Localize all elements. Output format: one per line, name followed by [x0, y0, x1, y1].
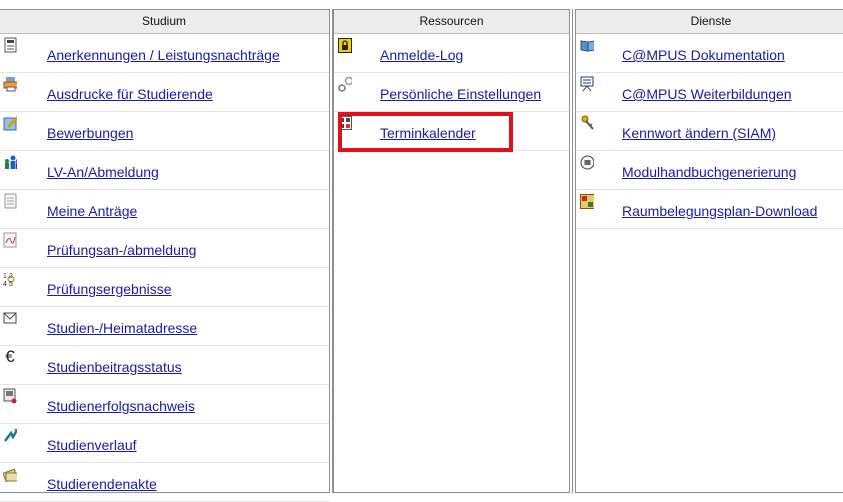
column-header-dienste: Dienste: [576, 10, 843, 34]
list-item: Studierendenakte: [0, 463, 329, 502]
list-item: Kennwort ändern (SIAM): [576, 112, 843, 151]
link-persoenliche-einstellungen[interactable]: Persönliche Einstellungen: [380, 86, 541, 102]
list-item: Ausdrucke für Studierende: [0, 73, 329, 112]
link-studierendenakte[interactable]: Studierendenakte: [47, 476, 157, 492]
application-form-icon: [3, 115, 17, 131]
path-arrow-icon: [3, 427, 17, 443]
list-item: C@MPUS Dokumentation: [576, 34, 843, 73]
link-terminkalender[interactable]: Terminkalender: [380, 125, 476, 141]
list-item: Terminkalender: [334, 112, 569, 151]
envelope-icon: [3, 310, 17, 326]
column-studium: Studium Anerkennungen / Leistungsnachträ…: [0, 9, 330, 502]
link-studienadresse[interactable]: Studien-/Heimatadresse: [47, 320, 197, 336]
link-studienverlauf[interactable]: Studienverlauf: [47, 437, 137, 453]
document-stack-icon: [3, 37, 17, 53]
list-item: Meine Anträge: [0, 190, 329, 229]
list-item: Persönliche Einstellungen: [334, 73, 569, 112]
certificate-icon: [3, 388, 17, 404]
results-icon: 1 24 5: [3, 271, 17, 287]
link-campus-weiterbildungen[interactable]: C@MPUS Weiterbildungen: [622, 86, 792, 102]
link-kennwort-aendern[interactable]: Kennwort ändern (SIAM): [622, 125, 776, 141]
people-icon: [3, 154, 17, 170]
keys-icon: [580, 115, 594, 131]
list-item: LV-An/Abmeldung: [0, 151, 329, 190]
link-anerkennungen[interactable]: Anerkennungen / Leistungsnachträge: [47, 47, 280, 63]
list-item: Anerkennungen / Leistungsnachträge: [0, 34, 329, 73]
room-plan-icon: [580, 193, 594, 209]
link-anmelde-log[interactable]: Anmelde-Log: [380, 47, 463, 63]
list-item: 1 24 5 Prüfungsergebnisse: [0, 268, 329, 307]
list-item: Bewerbungen: [0, 112, 329, 151]
list-item: C@MPUS Weiterbildungen: [576, 73, 843, 112]
module-handbook-icon: [580, 154, 594, 170]
link-bewerbungen[interactable]: Bewerbungen: [47, 125, 133, 141]
list-item: Studien-/Heimatadresse: [0, 307, 329, 346]
folder-stack-icon: [3, 466, 17, 482]
gears-icon: [338, 76, 352, 92]
link-ausdrucke[interactable]: Ausdrucke für Studierende: [47, 86, 213, 102]
column-dienste: Dienste C@MPUS Dokumentation C@MPUS Weit…: [575, 9, 843, 493]
link-pruefungsanmeldung[interactable]: Prüfungsan-/abmeldung: [47, 242, 196, 258]
list-item: Anmelde-Log: [334, 34, 569, 73]
list-item: Prüfungsan-/abmeldung: [0, 229, 329, 268]
book-icon: [580, 37, 594, 53]
column-header-ressourcen: Ressourcen: [334, 10, 569, 34]
link-raumbelegungsplan-download[interactable]: Raumbelegungsplan-Download: [622, 203, 817, 219]
link-studienerfolgsnachweis[interactable]: Studienerfolgsnachweis: [47, 398, 195, 414]
link-studienbeitragsstatus[interactable]: Studienbeitragsstatus: [47, 359, 182, 375]
list-item: Studienerfolgsnachweis: [0, 385, 329, 424]
link-lv-anmeldung[interactable]: LV-An/Abmeldung: [47, 164, 159, 180]
signed-page-icon: [3, 232, 17, 248]
list-item: Modulhandbuchgenerierung: [576, 151, 843, 190]
column-header-studium: Studium: [0, 10, 329, 34]
euro-icon: €: [5, 347, 15, 366]
list-item: Raumbelegungsplan-Download: [576, 190, 843, 229]
link-meine-antraege[interactable]: Meine Anträge: [47, 203, 137, 219]
printer-icon: [3, 76, 17, 92]
list-item: € Studienbeitragsstatus: [0, 346, 329, 385]
link-modulhandbuchgenerierung[interactable]: Modulhandbuchgenerierung: [622, 164, 796, 180]
lock-icon: [338, 37, 352, 53]
link-campus-dokumentation[interactable]: C@MPUS Dokumentation: [622, 47, 785, 63]
column-ressourcen: Ressourcen Anmelde-Log Persönliche Einst…: [333, 9, 570, 493]
calendar-icon: [338, 115, 352, 131]
presentation-board-icon: [580, 76, 594, 92]
link-pruefungsergebnisse[interactable]: Prüfungsergebnisse: [47, 281, 172, 297]
list-item: Studienverlauf: [0, 424, 329, 463]
page-icon: [3, 193, 17, 209]
